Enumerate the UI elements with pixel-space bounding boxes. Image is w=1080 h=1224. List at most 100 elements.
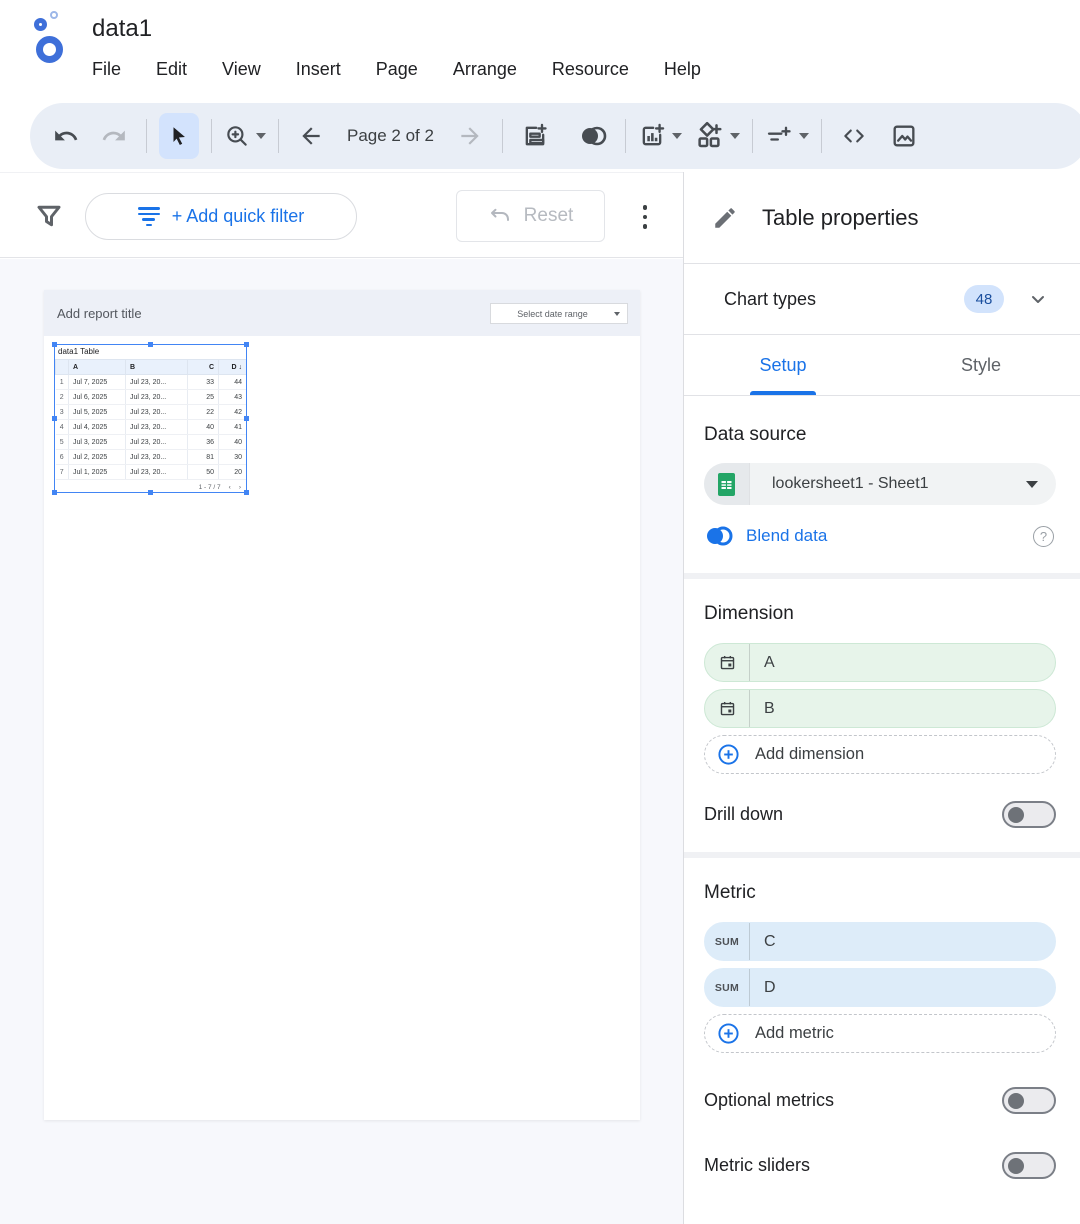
report-page[interactable]: Add report title Select date range data1… [44,290,640,1120]
menu-insert[interactable]: Insert [296,59,341,80]
table-header-row: A B C D ↓ [56,360,247,375]
column-header-a[interactable]: A [69,360,126,375]
looker-studio-logo-icon[interactable] [27,10,77,66]
dimension-field-a[interactable]: A [704,643,1056,682]
drill-down-toggle[interactable] [1002,801,1056,828]
embed-code-button[interactable] [834,114,874,158]
resize-handle[interactable] [52,342,57,347]
previous-page-button[interactable] [291,114,331,158]
table-row: 4Jul 4, 2025Jul 23, 20...4041 [56,420,247,435]
dimension-field-label: B [750,700,775,718]
next-page-button[interactable] [450,114,490,158]
toggle-knob [1008,1093,1024,1109]
logo-ring-small [50,11,58,19]
sum-aggregation-chip[interactable]: SUM [705,969,750,1006]
column-header-c[interactable]: C [188,360,219,375]
plus-circle-icon [717,743,740,766]
menu-edit[interactable]: Edit [156,59,187,80]
chevron-down-icon [1026,481,1038,488]
community-visualizations-button[interactable] [694,114,740,158]
add-dimension-button[interactable]: Add dimension [704,735,1056,774]
resize-handle[interactable] [148,490,153,495]
chart-types-row[interactable]: Chart types 48 [684,264,1080,335]
blend-data-icon [704,525,736,547]
plus-circle-icon [717,1022,740,1045]
blend-data-button[interactable] [573,114,613,158]
redo-button[interactable] [94,114,134,158]
calendar-icon [705,644,750,681]
dimension-section: Dimension A B Add dimension Drill down [684,579,1080,828]
data-source-heading: Data source [704,424,1056,446]
resize-handle[interactable] [52,490,57,495]
menu-help[interactable]: Help [664,59,701,80]
pagination-next-button[interactable]: › [239,484,241,491]
chevron-down-icon [614,312,620,316]
reset-button[interactable]: Reset [456,190,605,242]
pencil-edit-icon [712,205,738,231]
sum-aggregation-chip[interactable]: SUM [705,923,750,960]
metric-field-d[interactable]: SUM D [704,968,1056,1007]
metric-sliders-toggle[interactable] [1002,1152,1056,1179]
chevron-down-icon [730,133,740,139]
menu-bar: File Edit View Insert Page Arrange Resou… [92,59,701,80]
report-title-placeholder[interactable]: Add report title [57,306,142,321]
toolbar-divider [502,119,503,153]
blend-data-row: Blend data ? [704,519,1056,553]
toolbar-divider [211,119,212,153]
quick-filter-bar: + Add quick filter Reset [0,172,683,258]
blend-data-link[interactable]: Blend data [746,526,827,546]
add-control-button[interactable] [765,114,809,158]
optional-metrics-row: Optional metrics [704,1087,1056,1114]
chart-types-count-badge: 48 [964,285,1004,313]
add-chart-button[interactable] [638,114,682,158]
select-tool-button[interactable] [159,113,199,159]
resize-handle[interactable] [244,342,249,347]
add-data-button[interactable] [515,114,555,158]
add-metric-button[interactable]: Add metric [704,1014,1056,1053]
column-header-d[interactable]: D ↓ [219,360,247,375]
row-number-header [56,360,69,375]
report-title[interactable]: data1 [92,15,152,43]
pagination-prev-button[interactable]: ‹ [229,484,231,491]
optional-metrics-label: Optional metrics [704,1090,834,1111]
chevron-down-icon[interactable] [1026,287,1050,311]
google-sheets-icon [704,463,750,505]
zoom-tool-button[interactable] [224,114,266,158]
help-icon[interactable]: ? [1033,526,1054,547]
page-indicator[interactable]: Page 2 of 2 [347,126,434,146]
dimension-field-b[interactable]: B [704,689,1056,728]
undo-button[interactable] [46,114,86,158]
resize-handle[interactable] [148,342,153,347]
date-range-control[interactable]: Select date range [490,303,628,324]
menu-arrange[interactable]: Arrange [453,59,517,80]
toggle-knob [1008,1158,1024,1174]
chevron-down-icon [799,133,809,139]
tab-setup[interactable]: Setup [684,335,882,395]
tab-style[interactable]: Style [882,335,1080,395]
add-dimension-label: Add dimension [755,745,864,764]
menu-file[interactable]: File [92,59,121,80]
menu-page[interactable]: Page [376,59,418,80]
panel-title: Table properties [762,205,919,231]
column-header-b[interactable]: B [126,360,188,375]
drill-down-label: Drill down [704,804,783,825]
resize-handle[interactable] [244,490,249,495]
more-options-button[interactable] [637,197,653,237]
table-widget[interactable]: data1 Table A B C D ↓ 1Jul 7, 2025Jul 23… [55,345,246,492]
dimension-heading: Dimension [704,603,1056,625]
data-source-section: Data source lookersheet1 - Sheet1 Blend … [684,396,1080,553]
data-source-chip[interactable]: lookersheet1 - Sheet1 [704,463,1056,505]
logo-ring-medium [34,18,47,31]
resize-handle[interactable] [244,416,249,421]
add-image-button[interactable] [884,114,924,158]
add-quick-filter-button[interactable]: + Add quick filter [85,193,357,240]
panel-header: Table properties [684,172,1080,264]
resize-handle[interactable] [52,416,57,421]
report-canvas[interactable]: Add report title Select date range data1… [0,259,683,1224]
toolbar-divider [625,119,626,153]
metric-field-label: C [750,933,776,951]
optional-metrics-toggle[interactable] [1002,1087,1056,1114]
metric-field-c[interactable]: SUM C [704,922,1056,961]
menu-resource[interactable]: Resource [552,59,629,80]
menu-view[interactable]: View [222,59,261,80]
